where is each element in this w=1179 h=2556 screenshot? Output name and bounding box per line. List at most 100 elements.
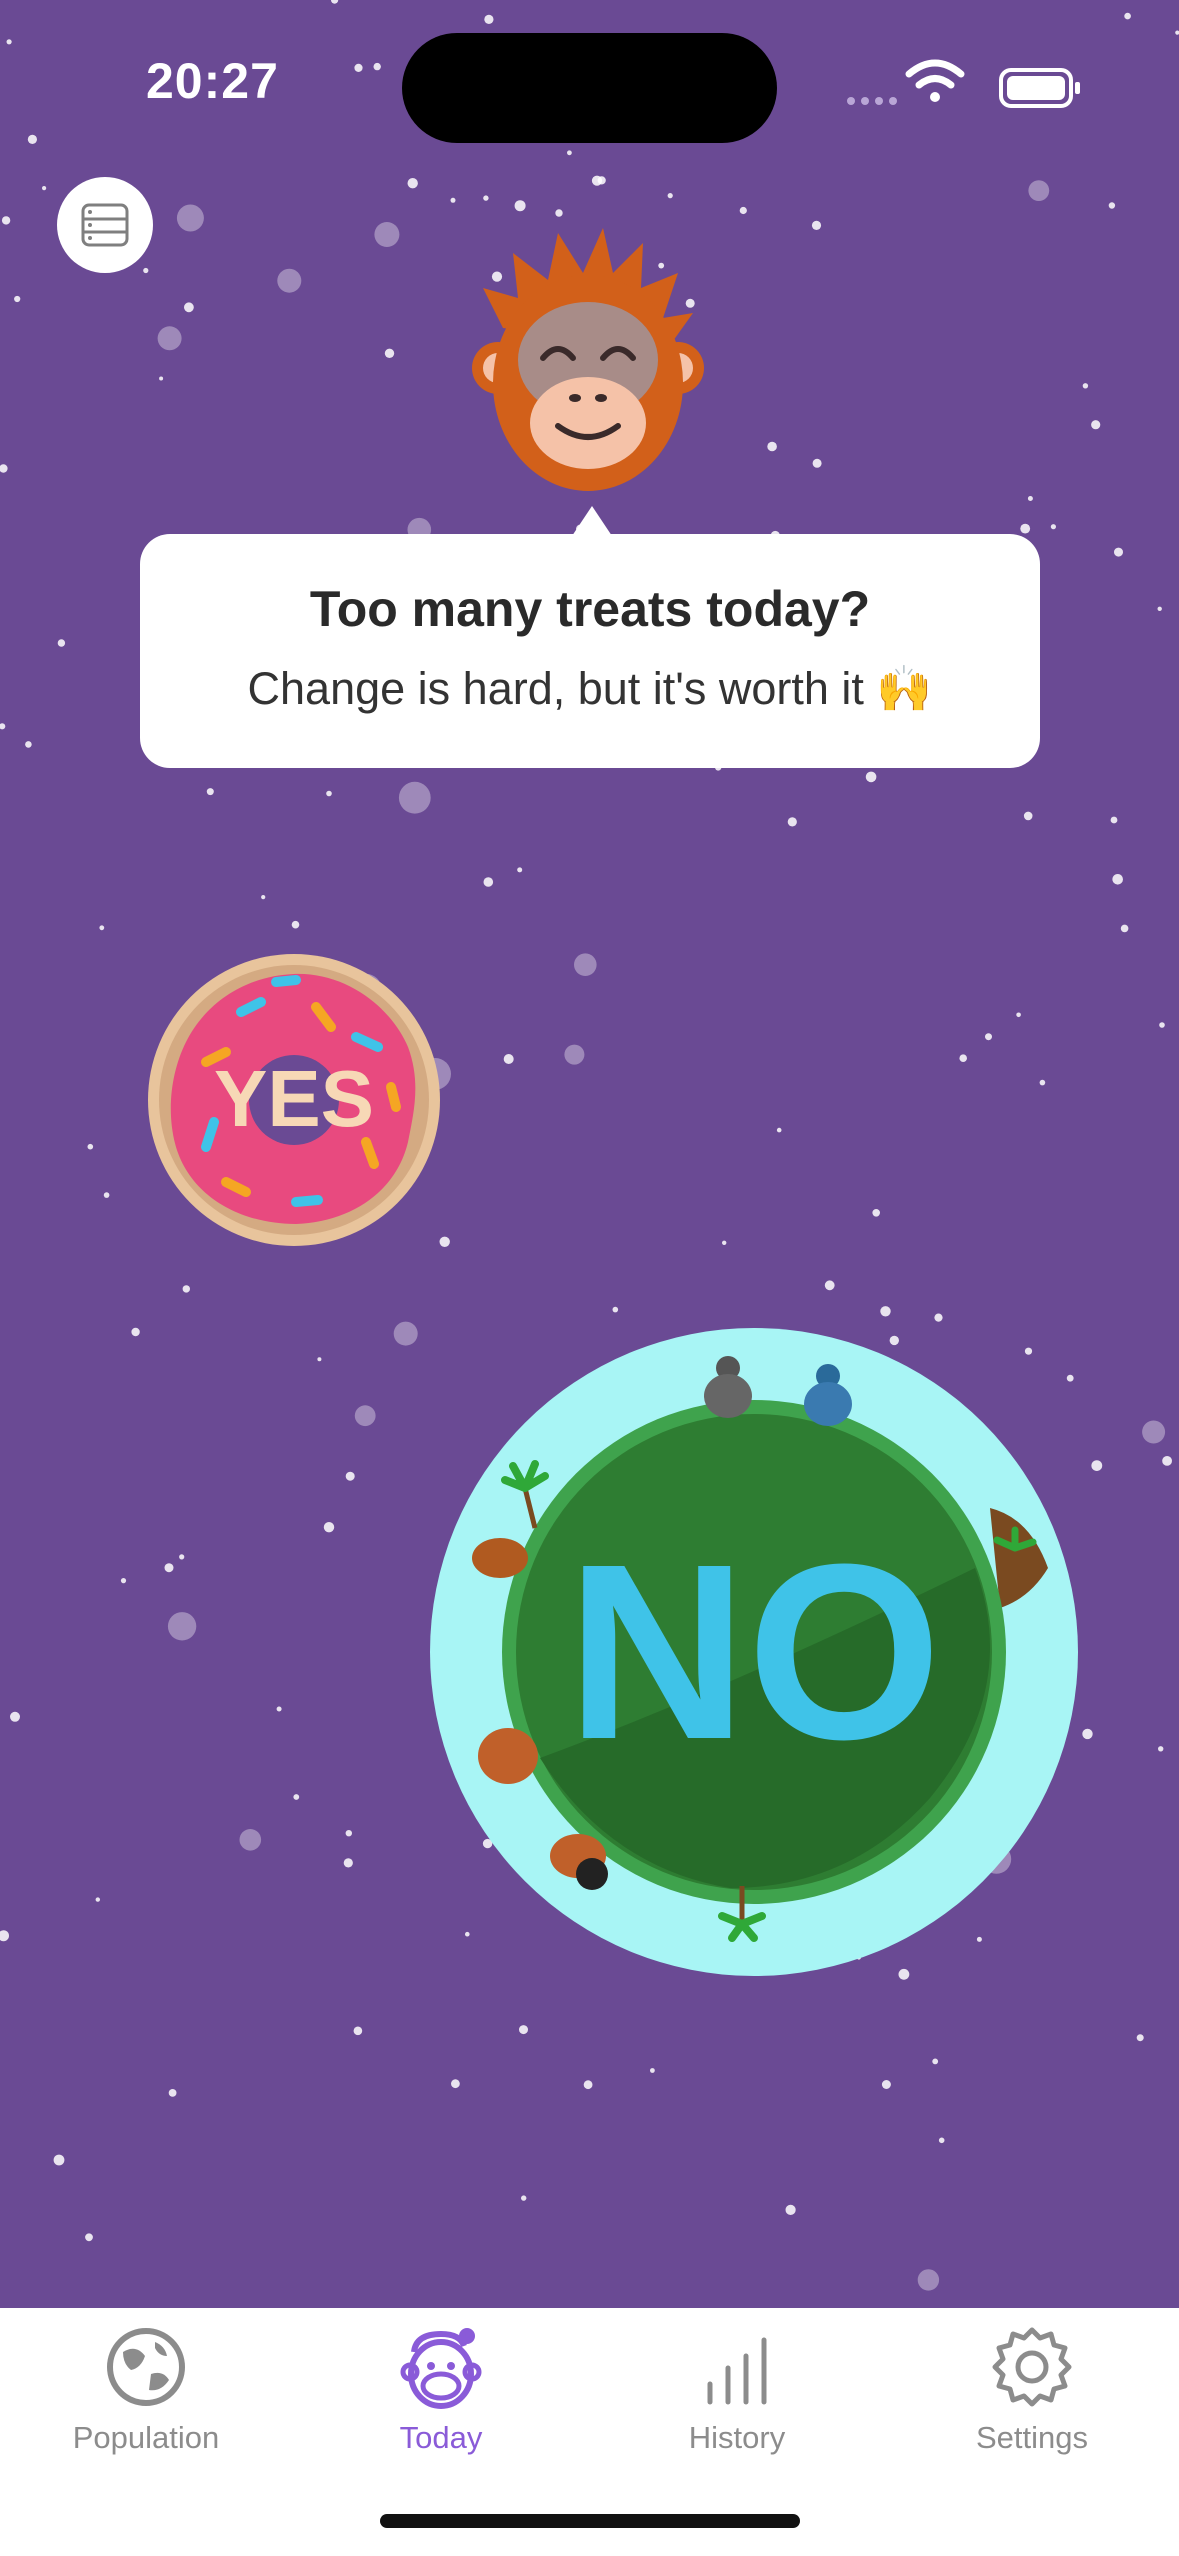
star [824,1280,835,1291]
star [514,200,526,212]
star [27,134,37,144]
tab-population[interactable]: Population [36,2322,256,2462]
gear-icon [992,2327,1072,2407]
app-screen: 20:27 Too many treats today? Change is h… [0,0,1179,2556]
star [739,206,747,215]
star [0,723,6,730]
star [1023,811,1033,821]
tab-history[interactable]: History [627,2322,847,2462]
star [519,2025,528,2035]
star [159,376,164,381]
prompt-subtitle: Change is hard, but it's worth it 🙌 [247,663,933,714]
star [87,1143,94,1150]
star [812,458,822,468]
ape-left-lower [478,1728,538,1784]
star [597,176,606,185]
star [167,1612,197,1641]
star [583,2080,593,2090]
star [564,1044,585,1065]
star [521,2195,527,2201]
star [1157,606,1162,611]
yes-label: YES [214,1054,374,1143]
speech-bubble: Too many treats today? Change is hard, b… [140,534,1040,768]
no-planet-button[interactable]: NO [430,1328,1078,1976]
star [407,178,418,189]
star [398,781,431,814]
star [650,2068,655,2073]
tab-today[interactable]: Today [331,2322,551,2462]
star [179,1554,185,1560]
star [53,2154,65,2166]
ape-left-upper [472,1538,528,1578]
star [95,1897,101,1902]
star [143,267,149,274]
star [483,195,489,201]
star [722,1240,727,1246]
cellular-signal-icon [847,97,897,105]
bar-chart-icon [707,2337,767,2405]
star [0,464,8,473]
star [1142,1420,1166,1444]
star [57,639,66,647]
star [353,2026,363,2036]
star [261,895,266,900]
tab-settings[interactable]: Settings [922,2322,1142,2462]
speech-bubble-tail [572,506,612,536]
star [345,1830,352,1837]
star [667,193,673,199]
star [938,2137,945,2144]
star [0,1930,9,1942]
star [1016,1012,1021,1018]
star [384,348,395,358]
star [103,1192,110,1198]
star [450,197,456,203]
star [354,63,363,72]
star [787,817,797,827]
star [1039,1079,1046,1086]
star [880,1306,891,1317]
tab-history-label: History [688,2420,786,2455]
star [1020,523,1031,534]
star [99,925,105,931]
star [157,326,182,351]
star [1091,1460,1103,1471]
star [276,1706,282,1712]
status-icons [847,59,1080,108]
star [1114,547,1123,557]
star [131,1327,140,1337]
star [612,1306,619,1313]
yes-donut-button[interactable]: YES [146,952,442,1248]
star [1158,1746,1164,1752]
star [326,790,332,797]
star [881,2080,891,2089]
star [164,1563,174,1573]
star [168,2089,177,2097]
star [277,268,302,293]
star [374,222,400,247]
star [331,0,339,4]
star [1082,383,1089,389]
star [1108,202,1116,209]
star [182,1285,190,1293]
star [811,220,822,230]
monkey-icon [400,2328,482,2409]
list-icon [81,203,129,247]
star [354,1405,376,1427]
globe-icon [107,2328,185,2406]
list-view-button[interactable] [57,177,153,273]
star [917,2269,940,2291]
star [120,1578,127,1584]
star [393,1321,418,1346]
dynamic-island [402,33,777,143]
star [1162,1456,1172,1466]
star [1112,874,1123,885]
star [567,150,572,156]
star [959,1054,967,1062]
star [85,2233,93,2242]
status-time: 20:27 [146,53,279,109]
star [14,295,21,303]
star [1,216,11,225]
wifi-icon [905,59,965,102]
star [1110,816,1118,824]
star [767,441,777,452]
